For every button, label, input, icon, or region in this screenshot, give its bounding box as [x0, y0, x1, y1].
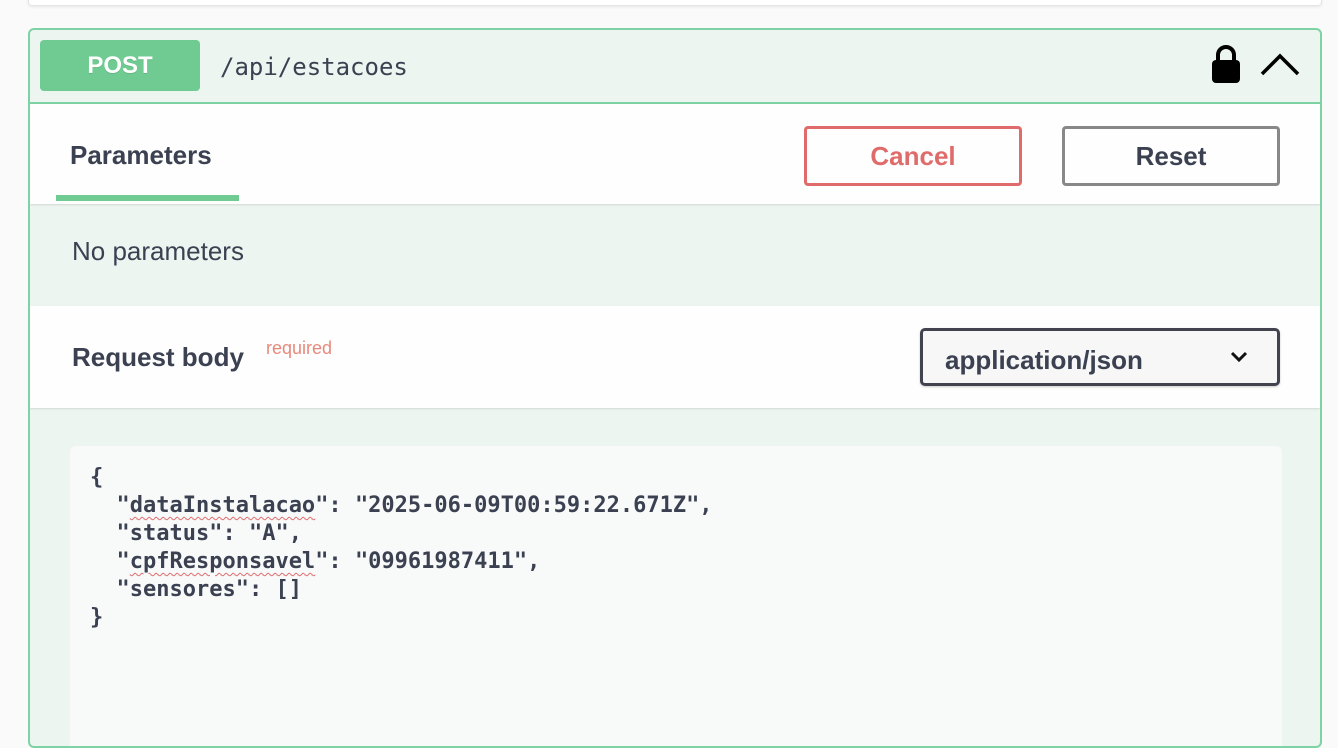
json-value: []	[275, 577, 302, 602]
chevron-down-icon	[1230, 351, 1248, 363]
required-label: required	[266, 338, 333, 358]
request-body-header: Request body required application/json	[30, 306, 1320, 408]
lock-icon[interactable]	[1210, 44, 1242, 84]
json-close-brace: }	[90, 605, 104, 630]
no-parameters-message: No parameters	[72, 236, 244, 266]
operation-path: /api/estacoes	[220, 53, 408, 81]
json-key: dataInstalacao	[129, 493, 316, 518]
request-body-editor[interactable]: { "dataInstalacao": "2025-06-09T00:59:22…	[70, 446, 1282, 746]
json-value: "A",	[248, 521, 302, 546]
json-open-brace: {	[90, 465, 104, 490]
json-line: "status": "A",	[90, 521, 302, 546]
operation-block-post-estacoes: POST /api/estacoes Parameters Cancel Res…	[28, 28, 1322, 748]
active-tab-indicator	[56, 195, 239, 201]
json-key: cpfResponsavel	[129, 549, 316, 574]
tab-parameters-label: Parameters	[70, 140, 212, 170]
reset-button[interactable]: Reset	[1062, 126, 1280, 186]
content-type-value: application/json	[945, 345, 1143, 375]
chevron-up-icon[interactable]	[1258, 48, 1302, 80]
request-body-title: Request body	[72, 342, 244, 372]
cancel-button[interactable]: Cancel	[804, 126, 1022, 186]
tab-parameters[interactable]: Parameters	[56, 104, 239, 201]
parameters-header: Parameters Cancel Reset	[30, 104, 1320, 204]
json-line: "sensores": []	[90, 577, 302, 602]
previous-operation-block	[28, 0, 1322, 6]
content-type-select[interactable]: application/json	[920, 328, 1280, 386]
operation-summary[interactable]: POST /api/estacoes	[30, 30, 1320, 104]
http-method-badge: POST	[40, 40, 200, 91]
json-key: status	[129, 521, 210, 546]
json-line: "cpfResponsavel": "09961987411",	[90, 549, 541, 574]
json-value: "09961987411",	[354, 549, 541, 574]
json-line: "dataInstalacao": "2025-06-09T00:59:22.6…	[90, 493, 713, 518]
json-value: "2025-06-09T00:59:22.671Z",	[354, 493, 713, 518]
json-key: sensores	[129, 577, 236, 602]
